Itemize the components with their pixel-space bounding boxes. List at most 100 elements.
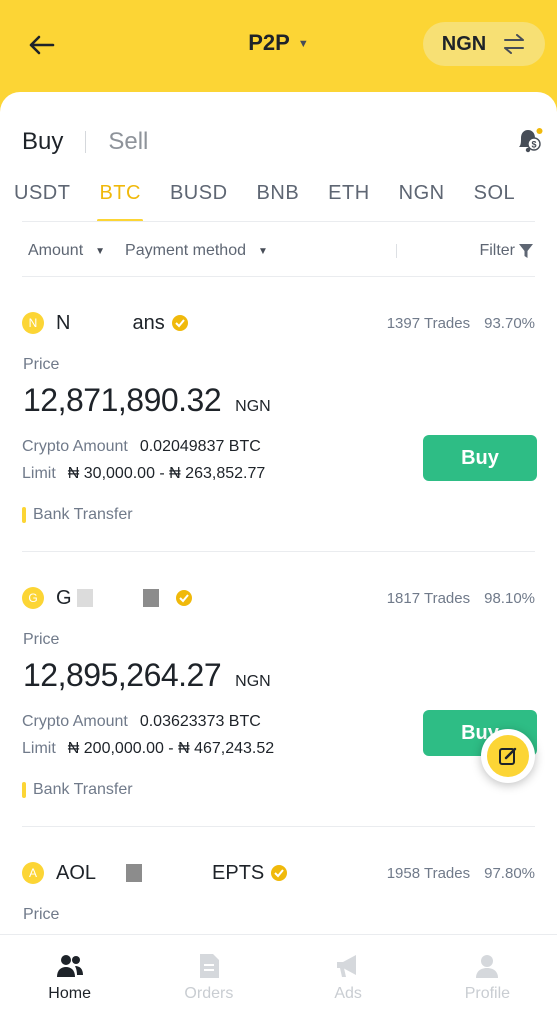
trade-count: 1958 Trades: [386, 864, 471, 882]
price-currency: NGN: [235, 673, 271, 690]
trade-count: 1397 Trades: [386, 314, 471, 332]
divider: [22, 276, 535, 277]
tab-sell[interactable]: Sell: [108, 128, 148, 156]
create-ad-fab[interactable]: [481, 729, 535, 783]
divider: [22, 551, 535, 552]
completion-rate: 98.10%: [484, 589, 535, 607]
nav-profile[interactable]: Profile: [418, 935, 557, 1024]
limit-value: ₦ 30,000.00 - ₦ 263,852.77: [67, 465, 266, 482]
completion-rate: 97.80%: [484, 864, 535, 882]
merchant-row: N Nans 1397 Trades 93.70%: [22, 310, 535, 336]
merchant-name[interactable]: Nans: [56, 312, 165, 335]
merchant-row: G G 1817 Trades 98.10%: [22, 585, 535, 611]
payment-method-tag: Bank Transfer: [22, 506, 133, 524]
amount-filter[interactable]: Amount ▼: [28, 242, 105, 260]
coin-tab-eth[interactable]: ETH: [328, 182, 370, 222]
merchant-name-end: EPTS: [212, 861, 265, 884]
buy-button[interactable]: Buy: [423, 435, 537, 481]
price-label: Price: [23, 631, 60, 648]
bell-dollar-icon[interactable]: $: [515, 126, 543, 156]
coin-tab-btc[interactable]: BTC: [97, 182, 143, 222]
nav-orders-label: Orders: [184, 985, 234, 1002]
coin-tab-usdt[interactable]: USDT: [14, 182, 70, 222]
price-label: Price: [23, 356, 60, 373]
document-icon: [199, 954, 219, 978]
payment-method-filter[interactable]: Payment method ▼: [125, 242, 268, 260]
filter-button[interactable]: Filter: [479, 242, 533, 260]
crypto-amount-value: 0.03623373 BTC: [139, 713, 261, 730]
avatar[interactable]: N: [22, 312, 44, 334]
limit-row: Limit ₦ 200,000.00 - ₦ 467,243.52: [22, 740, 274, 758]
redacted-block: [126, 864, 143, 883]
listing-card: N Nans 1397 Trades 93.70% Price 12,871,89…: [0, 310, 557, 585]
coin-tab-sol[interactable]: SOL: [474, 182, 516, 222]
filter-bar: Amount ▼ Payment method ▼ Filter: [28, 239, 533, 263]
users-icon: [56, 955, 83, 977]
merchant-name-start: AOL: [56, 861, 97, 884]
limit-label: Limit: [22, 740, 56, 757]
merchant-stats: 1958 Trades 97.80%: [387, 865, 535, 882]
listing-card: A AOL EPTS 1958 Trades 97.80% Price: [0, 860, 557, 930]
merchant-name[interactable]: G: [56, 586, 160, 610]
toggle-divider: [85, 131, 87, 153]
crypto-amount-row: Crypto Amount 0.02049837 BTC: [22, 438, 261, 456]
avatar[interactable]: A: [22, 862, 44, 884]
crypto-amount-row: Crypto Amount 0.03623373 BTC: [22, 713, 261, 731]
merchant-stats: 1397 Trades 93.70%: [387, 315, 535, 332]
crypto-amount-label: Crypto Amount: [22, 713, 128, 730]
bottom-nav: Home Orders Ads Profile: [0, 934, 557, 1024]
merchant-stats: 1817 Trades 98.10%: [387, 590, 535, 607]
trade-count: 1817 Trades: [386, 589, 471, 607]
merchant-name-start: G: [56, 586, 72, 609]
crypto-amount-value: 0.02049837 BTC: [139, 438, 261, 455]
payment-method-label: Bank Transfer: [33, 781, 133, 798]
payment-filter-label: Payment method: [125, 242, 246, 259]
price-label: Price: [23, 906, 60, 923]
crypto-amount-label: Crypto Amount: [22, 438, 128, 455]
redacted-block: [143, 589, 160, 608]
page-title: P2P: [248, 30, 290, 55]
merchant-name[interactable]: AOL EPTS: [56, 862, 264, 885]
price-row: 12,895,264.27 NGN: [23, 657, 271, 694]
price-value: 12,871,890.32: [23, 382, 222, 418]
swap-icon: [504, 34, 525, 54]
divider: [22, 221, 535, 222]
coin-tab-busd[interactable]: BUSD: [170, 182, 228, 222]
divider: [395, 244, 397, 258]
price-currency: NGN: [235, 398, 271, 415]
nav-orders[interactable]: Orders: [139, 935, 278, 1024]
limit-row: Limit ₦ 30,000.00 - ₦ 263,852.77: [22, 465, 265, 483]
verified-icon: [271, 865, 288, 881]
nav-ads[interactable]: Ads: [279, 935, 418, 1024]
limit-value: ₦ 200,000.00 - ₦ 467,243.52: [67, 740, 275, 757]
completion-rate: 93.70%: [484, 314, 535, 332]
megaphone-icon: [337, 955, 357, 977]
fab-inner: [487, 735, 529, 777]
nav-profile-label: Profile: [464, 985, 511, 1002]
redacted-block: [77, 589, 94, 608]
svg-text:$: $: [531, 140, 536, 150]
merchant-name-end: ans: [132, 311, 165, 334]
coin-tab-ngn[interactable]: NGN: [399, 182, 445, 222]
tag-bar: [22, 507, 26, 523]
divider: [22, 826, 535, 827]
coin-tabs: USDT BTC BUSD BNB ETH NGN SOL: [0, 182, 557, 224]
funnel-icon: [519, 243, 533, 258]
limit-label: Limit: [22, 465, 56, 482]
nav-home[interactable]: Home: [0, 935, 139, 1024]
verified-icon: [176, 590, 193, 606]
nav-home-label: Home: [48, 985, 91, 1002]
caret-down-icon: ▼: [95, 245, 106, 257]
merchant-row: A AOL EPTS 1958 Trades 97.80%: [22, 860, 535, 886]
currency-switcher[interactable]: NGN: [423, 22, 545, 66]
tab-buy[interactable]: Buy: [22, 128, 63, 156]
payment-method-tag: Bank Transfer: [22, 781, 133, 799]
caret-down-icon: ▼: [297, 38, 309, 50]
avatar[interactable]: G: [22, 587, 44, 609]
amount-filter-label: Amount: [28, 242, 84, 259]
coin-tab-bnb[interactable]: BNB: [257, 182, 300, 222]
listing-card: G G 1817 Trades 98.10% Price 12,895,264.2…: [0, 585, 557, 860]
edit-icon: [499, 747, 517, 765]
merchant-name-start: N: [56, 311, 71, 334]
person-icon: [476, 955, 499, 978]
